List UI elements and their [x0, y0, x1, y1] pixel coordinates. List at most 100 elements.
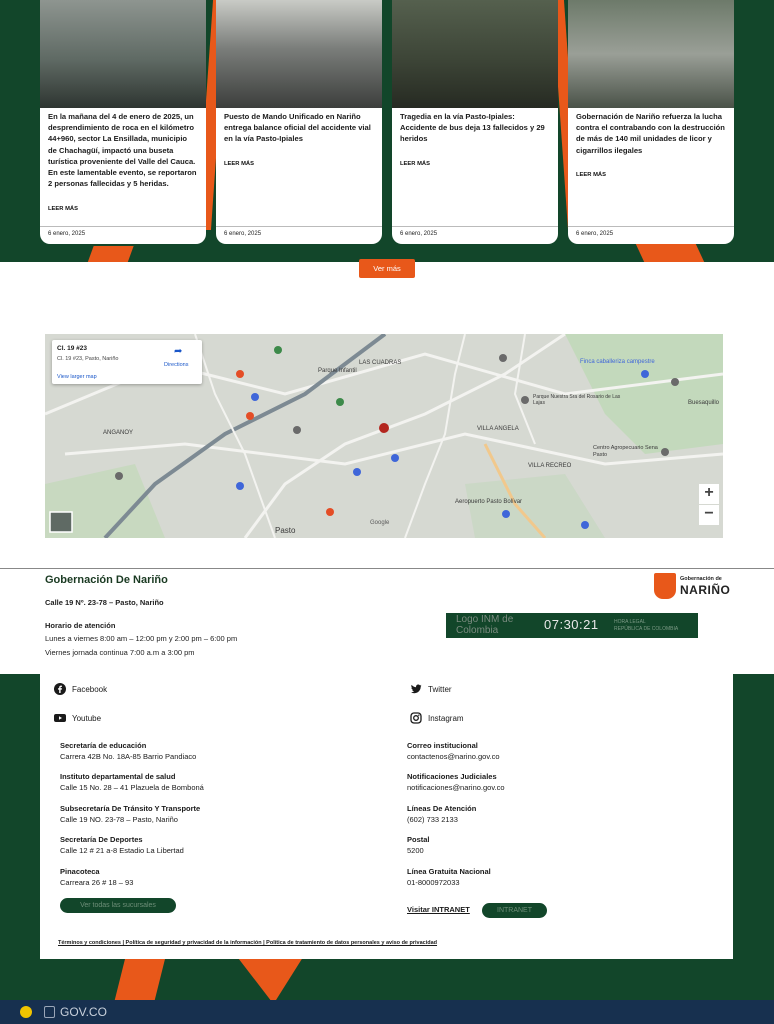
read-more-link[interactable]: LEER MÁS [48, 206, 78, 212]
entity-name: Secretaría de educación [60, 741, 147, 750]
postal-code: 5200 [407, 846, 424, 855]
entity-address: Calle 15 No. 28 – 41 Plazuela de Bomboná [60, 783, 204, 792]
logo-big-text: NARIÑO [680, 583, 731, 597]
divider [392, 226, 558, 227]
news-cards: En la mañana del 4 de enero de 2025, un … [40, 0, 734, 244]
news-card[interactable]: Puesto de Mando Unificado en Nariño entr… [216, 0, 382, 244]
divider [568, 226, 734, 227]
map-label: VILLA ANGELA [477, 426, 519, 432]
contact-name: Correo institucional [407, 741, 478, 750]
entity-address: Calle 12 # 21 a-8 Estadio La Libertad [60, 846, 184, 855]
colombia-flag-icon [20, 1006, 32, 1018]
intranet-link[interactable]: Visitar INTRANET [407, 905, 470, 914]
entity-address: Carrera 42B No. 18A-85 Barrio Pandiaco [60, 752, 197, 761]
news-photo [40, 0, 206, 108]
directions-icon[interactable]: ➦ [174, 346, 188, 359]
divider [216, 226, 382, 227]
read-more-link[interactable]: LEER MÁS [400, 161, 430, 167]
intranet-button[interactable]: INTRANET [482, 903, 547, 918]
legal-time-widget: Logo INM de Colombia 07:30:21 HORA LEGAL… [446, 613, 698, 638]
contact-email[interactable]: contactenos@narino.gov.co [407, 752, 500, 761]
map-label: Parque Nuestra Sra del Rosario de Las La… [533, 394, 621, 406]
divider [40, 226, 206, 227]
footer-card: Facebook Twitter Youtube Instagram Secre… [40, 674, 733, 959]
contact-name: Líneas De Atención [407, 804, 477, 813]
youtube-label: Youtube [72, 713, 102, 723]
divider [0, 568, 774, 569]
zoom-out-button[interactable]: − [699, 505, 719, 525]
contact-name: Línea Gratuita Nacional [407, 867, 491, 876]
instagram-link[interactable]: Instagram [410, 712, 464, 724]
schedule-friday: Viernes jornada continua 7:00 a.m a 3:00… [45, 648, 195, 657]
contact-email[interactable]: notificaciones@narino.gov.co [407, 783, 505, 792]
news-text: Puesto de Mando Unificado en Nariño entr… [224, 112, 371, 144]
twitter-icon [411, 684, 422, 694]
decor-stripe [113, 954, 167, 1000]
entity-name: Pinacoteca [60, 867, 100, 876]
directions-link[interactable]: Directions [164, 362, 188, 368]
map-label: Aeropuerto Pasto Bolívar [455, 499, 523, 505]
news-text: En la mañana del 4 de enero de 2025, un … [48, 112, 197, 189]
twitter-label: Twitter [428, 684, 452, 694]
zoom-in-button[interactable]: + [699, 484, 719, 504]
youtube-icon [54, 714, 66, 722]
news-text: Tragedia en la vía Pasto-Ipiales: Accide… [400, 112, 545, 144]
entity-name: Instituto departamental de salud [60, 772, 176, 781]
map-label: LAS CUADRAS [359, 360, 402, 366]
entity-address: Calle 19 NO. 23-78 – Pasto, Nariño [60, 815, 178, 824]
news-photo [392, 0, 558, 108]
gov-title: Gobernación De Nariño [45, 574, 168, 586]
instagram-label: Instagram [428, 713, 464, 723]
news-card[interactable]: Gobernación de Nariño refuerza la lucha … [568, 0, 734, 244]
contact-name: Postal [407, 835, 430, 844]
news-date: 6 enero, 2025 [48, 231, 86, 237]
entity-name: Secretaría De Deportes [60, 835, 143, 844]
all-branches-button[interactable]: Ver todas las sucursales [60, 898, 176, 913]
map-label: Centro Agropecuario Sena Pasto [593, 445, 658, 458]
toll-free-line: 01-8000972033 [407, 878, 460, 887]
news-card[interactable]: En la mañana del 4 de enero de 2025, un … [40, 0, 206, 244]
news-date: 6 enero, 2025 [400, 231, 438, 237]
schedule-title: Horario de atención [45, 621, 116, 630]
instagram-icon [410, 712, 422, 724]
entity-name: Subsecretaría De Tránsito Y Transporte [60, 804, 201, 813]
place-address: Cl. 19 #23, Pasto, Nariño [57, 356, 119, 362]
map-label: Parque Infantil [318, 368, 357, 374]
see-more-button[interactable]: Ver más [359, 259, 415, 278]
legal-links[interactable]: Términos y condiciones | Política de seg… [58, 940, 437, 946]
news-photo [568, 0, 734, 108]
twitter-link[interactable]: Twitter [410, 683, 452, 695]
youtube-link[interactable]: Youtube [54, 712, 101, 724]
news-text: Gobernación de Nariño refuerza la lucha … [576, 112, 725, 155]
news-date: 6 enero, 2025 [224, 231, 262, 237]
place-title: Cl. 19 #23 [57, 345, 87, 352]
inm-logo-alt: Logo INM de Colombia [456, 614, 514, 636]
facebook-label: Facebook [72, 684, 108, 694]
view-larger-map-link[interactable]: View larger map [57, 374, 97, 380]
govco-logo[interactable]: GOV.CO [60, 1005, 107, 1019]
decor-stripe [86, 246, 134, 262]
map-label: Google [370, 520, 390, 526]
legal-time-legend-2: REPÚBLICA DE COLOMBIA [614, 625, 679, 632]
entity-address: Carreara 26 # 18 – 93 [60, 878, 134, 887]
contact-phone: (602) 733 2133 [407, 815, 458, 824]
map-label: Buesaquillo [688, 400, 720, 406]
news-card[interactable]: Tragedia en la vía Pasto-Ipiales: Accide… [392, 0, 558, 244]
facebook-icon [54, 683, 66, 695]
news-date: 6 enero, 2025 [576, 231, 614, 237]
govco-bar: GOV.CO [0, 1000, 774, 1024]
decor-stripe [635, 244, 705, 262]
coat-of-arms-icon [44, 1006, 55, 1018]
map-info-card: Cl. 19 #23 Cl. 19 #23, Pasto, Nariño Vie… [52, 340, 202, 384]
read-more-link[interactable]: LEER MÁS [224, 161, 254, 167]
read-more-link[interactable]: LEER MÁS [576, 172, 606, 178]
logo-small-text: Gobernación de [680, 576, 722, 582]
gobernacion-logo[interactable]: Gobernación de NARIÑO [654, 573, 730, 599]
map-label: VILLA RECREO [528, 463, 572, 469]
schedule-weekdays: Lunes a viernes 8:00 am – 12:00 pm y 2:0… [45, 634, 238, 643]
decor-triangle [235, 954, 305, 1000]
news-photo [216, 0, 382, 108]
map-embed[interactable]: LAS CUADRAS ANGANOY VILLA ANGELA VILLA R… [45, 334, 723, 538]
gov-address: Calle 19 Nº. 23-78 – Pasto, Nariño [45, 598, 164, 607]
facebook-link[interactable]: Facebook [54, 683, 107, 695]
